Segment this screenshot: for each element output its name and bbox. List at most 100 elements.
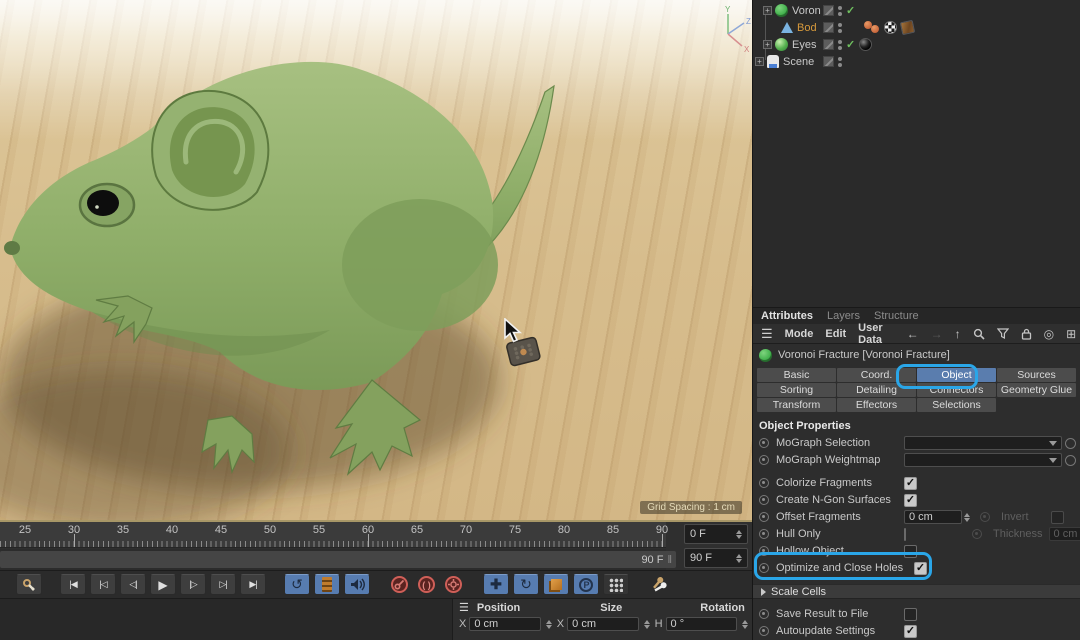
record-keyframe-button[interactable] [16,574,42,595]
object-row-scene[interactable]: + Scene [753,53,1080,70]
next-key-button[interactable]: ▷| [210,574,236,595]
tab-object[interactable]: Object [917,368,996,382]
black-material-tag-icon[interactable] [859,38,872,51]
wood-texture-tag-icon[interactable] [900,20,915,35]
tab-sorting[interactable]: Sorting [757,383,836,397]
scale-cells-group[interactable]: Scale Cells [753,584,1080,599]
tab-attributes[interactable]: Attributes [761,310,813,322]
mograph-selection-tag-icon[interactable] [864,21,880,34]
panel-menu-icon[interactable]: ☰ [761,326,773,342]
stepper-icon[interactable] [644,620,650,629]
expand-icon[interactable]: + [755,57,764,66]
scroll-grip-icon[interactable]: ‖ [667,554,673,566]
filter-icon[interactable] [997,328,1009,339]
lock-icon[interactable] [1021,328,1032,340]
tab-sources[interactable]: Sources [997,368,1076,382]
panel-menu-icon[interactable]: ☰ [459,601,469,614]
link-picker-icon[interactable] [1065,455,1076,466]
create-ngon-surfaces-checkbox[interactable]: ✓ [904,494,917,507]
param-dot-icon[interactable] [759,495,769,505]
mograph-weightmap-input[interactable] [904,453,1062,467]
keyframe-settings-button[interactable] [442,574,465,595]
expand-icon[interactable]: + [763,6,772,15]
point-level-animation-toggle[interactable] [603,574,629,595]
position-x-input[interactable]: 0 cm [469,617,540,631]
size-x-input[interactable]: 0 cm [567,617,638,631]
focus-target-icon[interactable]: ◎ [1044,327,1054,341]
key-parameter-toggle[interactable]: P [573,574,599,595]
stepper-icon[interactable] [546,620,552,629]
object-name[interactable]: Bod [797,22,817,34]
new-panel-icon[interactable]: ⊞ [1066,327,1076,341]
object-name[interactable]: Voron [792,5,821,17]
mouse-model[interactable] [0,0,752,520]
param-dot-icon[interactable] [759,529,769,539]
layer-toggle-icon[interactable] [823,39,834,50]
stepper-icon[interactable] [964,513,970,522]
parent-up-icon[interactable]: ↑ [955,327,961,341]
stepper-icon[interactable] [742,620,748,629]
tab-structure[interactable]: Structure [874,310,919,322]
play-sound-button[interactable] [344,574,370,595]
3d-viewport[interactable]: Y Z X Grid Spacing : 1 cm [0,0,752,520]
tab-detailing[interactable]: Detailing [837,383,916,397]
visibility-dots-icon[interactable] [838,40,842,50]
key-scale-toggle[interactable] [543,574,569,595]
param-dot-icon[interactable] [759,609,769,619]
param-dot-icon[interactable] [759,455,769,465]
hull-only-checkbox[interactable] [904,528,906,541]
object-row-body[interactable]: Bod [753,19,1080,36]
key-position-toggle[interactable]: ✚ [483,574,509,595]
tab-basic[interactable]: Basic [757,368,836,382]
enabled-check-icon[interactable]: ✓ [846,4,855,17]
previous-key-button[interactable]: |◁ [90,574,116,595]
param-dot-icon[interactable] [759,478,769,488]
menu-edit[interactable]: Edit [825,328,846,340]
colorize-fragments-checkbox[interactable]: ✓ [904,477,917,490]
visibility-dots-icon[interactable] [838,6,842,16]
end-frame-field[interactable]: 90 F [684,548,748,568]
tab-transform[interactable]: Transform [757,398,836,412]
tab-connectors[interactable]: Connectors [917,383,996,397]
param-dot-icon[interactable] [759,438,769,448]
autoupdate-checkbox[interactable]: ✓ [904,625,917,638]
keyframe-selection-button[interactable] [647,574,673,595]
optimize-close-holes-checkbox[interactable]: ✓ [914,562,927,575]
next-frame-button[interactable]: |▷ [180,574,206,595]
param-dot-icon[interactable] [759,626,769,636]
record-active-objects-button[interactable] [388,574,411,595]
enabled-check-icon[interactable]: ✓ [846,38,855,51]
autokeying-button[interactable]: ( ) [415,574,438,595]
tab-layers[interactable]: Layers [827,310,860,322]
history-back-icon[interactable]: ← [907,327,919,341]
layer-toggle-icon[interactable] [823,22,834,33]
play-animation-track-button[interactable] [314,574,340,595]
param-dot-icon[interactable] [759,546,769,556]
menu-user-data[interactable]: User Data [858,322,882,346]
object-name[interactable]: Scene [783,56,814,68]
mograph-selection-input[interactable] [904,436,1062,450]
timeline-ruler[interactable]: 2530354045505560657075808590 [0,522,666,548]
search-icon[interactable] [973,328,985,340]
rotation-h-input[interactable]: 0 ° [666,617,737,631]
checker-material-tag-icon[interactable] [884,21,897,34]
menu-mode[interactable]: Mode [785,328,814,340]
param-dot-icon[interactable] [759,563,769,573]
expand-icon[interactable]: + [763,40,772,49]
key-rotation-toggle[interactable]: ↻ [513,574,539,595]
object-name[interactable]: Eyes [792,39,816,51]
hollow-object-checkbox[interactable] [904,545,917,558]
tab-coord[interactable]: Coord. [837,368,916,382]
offset-fragments-input[interactable]: 0 cm [904,510,962,524]
play-button[interactable]: ▶ [150,574,176,595]
stepper-icon[interactable] [736,530,742,539]
visibility-dots-icon[interactable] [838,23,842,33]
tab-selections[interactable]: Selections [917,398,996,412]
current-frame-field[interactable]: 0 F [684,524,748,544]
previous-frame-button[interactable]: ◁| [120,574,146,595]
goto-start-button[interactable]: |◀ [60,574,86,595]
visibility-dots-icon[interactable] [838,57,842,67]
tab-geometry-glue[interactable]: Geometry Glue [997,383,1076,397]
object-manager[interactable]: + Voron ✓ Bod + Eyes [753,0,1080,308]
stepper-icon[interactable] [736,554,742,563]
